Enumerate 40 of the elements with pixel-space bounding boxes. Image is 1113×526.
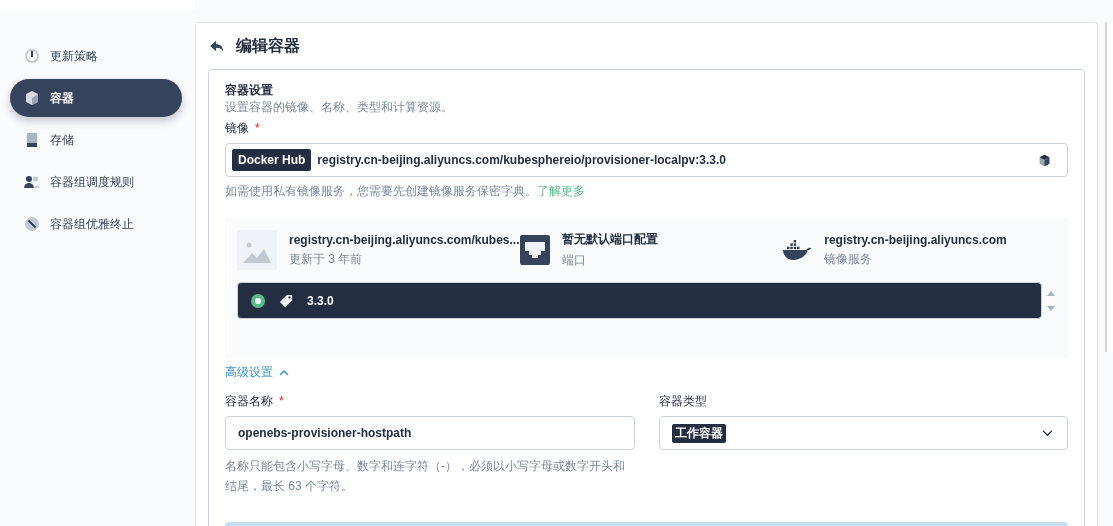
page-title: 编辑容器: [236, 35, 300, 56]
info-subtitle: 端口: [561, 252, 587, 269]
advanced-settings-toggle[interactable]: 高级设置: [225, 364, 289, 381]
container-type-select[interactable]: 工作容器: [658, 416, 1068, 450]
chevron-icon: [279, 369, 289, 376]
people-icon: [24, 174, 40, 190]
radio-button[interactable]: [251, 293, 265, 308]
drive-icon: [24, 132, 40, 148]
slash-icon: [24, 216, 40, 232]
field-label: 容器类型: [658, 394, 707, 408]
section-description: 设置容器的镜像、名称、类型和计算资源。: [225, 99, 454, 116]
image-field[interactable]: Docker Hub registry.cn-beijing.aliyuncs.com/kubesphereio/provisioner-localpv:3.3.0: [225, 143, 1068, 177]
cube-icon: [24, 90, 40, 106]
chevron-down-icon: [1042, 429, 1053, 437]
field-hint: 如需使用私有镜像服务，您需要先创建镜像服务保密字典。: [225, 184, 537, 198]
field-hint: 名称只能包含小写字母、数字和连字符（-），必须以小写字母或数字开头和结尾，最长 63 个字符。: [225, 458, 626, 495]
sidebar-item[interactable]: 更新策略: [10, 37, 182, 75]
container-name-input[interactable]: openebs-provisioner-hostpath: [225, 416, 635, 450]
scrollbar[interactable]: [1105, 22, 1113, 352]
required-mark: *: [279, 394, 284, 408]
info-title: 暂无默认端口配置: [561, 231, 658, 248]
section-title: 容器设置: [225, 82, 274, 99]
info-subtitle: 更新于 3 年前: [289, 250, 364, 268]
info-subtitle: 镜像服务: [824, 250, 874, 268]
sidebar-item[interactable]: 存储: [10, 121, 182, 159]
tag-icon: [279, 293, 293, 308]
info-title: registry.cn-beijing.aliyuncs.com: [824, 232, 1007, 247]
back-arrow-icon[interactable]: [210, 40, 224, 52]
cube-icon[interactable]: [1038, 153, 1051, 167]
tag-option[interactable]: 3.3.0: [237, 282, 1042, 319]
gauge-icon: [24, 48, 40, 64]
sidebar-item[interactable]: 容器组调度规则: [10, 163, 182, 201]
field-label: 容器名称: [225, 394, 273, 408]
sidebar-item[interactable]: 容器组优雅终止: [10, 205, 182, 243]
required-mark: *: [255, 121, 260, 135]
image-placeholder-icon: [237, 230, 277, 270]
ethernet-port-icon: [519, 235, 550, 265]
info-title: registry.cn-beijing.aliyuncs.com/kubes...: [289, 232, 520, 247]
field-label: 镜像: [225, 121, 249, 135]
sidebar-item[interactable]: 容器: [10, 79, 182, 117]
